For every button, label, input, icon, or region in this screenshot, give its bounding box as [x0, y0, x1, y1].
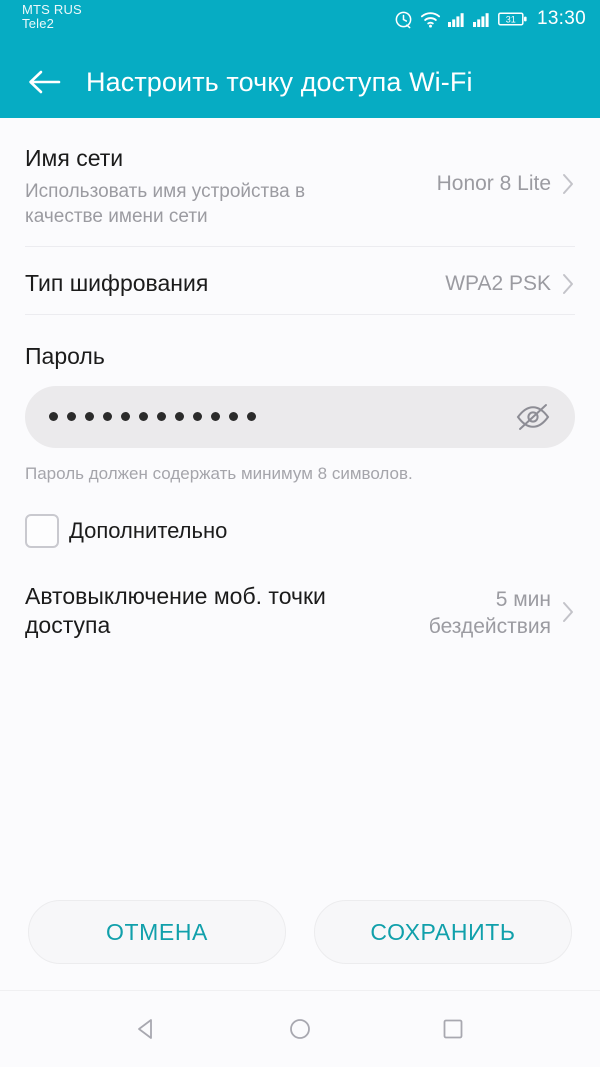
row-network-name[interactable]: Имя сети Использовать имя устройства в к… — [25, 144, 575, 230]
arrow-left-icon — [29, 70, 61, 94]
password-dot — [157, 412, 166, 422]
wifi-hotspot-icon — [420, 12, 440, 28]
nav-home-circle-icon — [290, 1019, 310, 1039]
row-auto-off-value-line2: бездействия — [428, 615, 551, 639]
advanced-label: Дополнительно — [69, 517, 228, 543]
carrier-primary: MTS RUS — [22, 2, 82, 17]
row-network-name-title: Имя сети — [25, 145, 124, 171]
row-auto-off-title: Автовыключение моб. точки доступа — [25, 582, 326, 638]
password-visibility-toggle[interactable] — [513, 397, 553, 437]
row-auto-off-right: 5 мин бездействия — [429, 582, 575, 641]
row-encryption-main: Тип шифрования — [25, 269, 445, 298]
phone-screen: MTS RUS Tele2 31 13:30 Настроить точку д… — [0, 0, 600, 1067]
alarm-icon — [395, 11, 412, 28]
password-dot — [247, 412, 256, 422]
signal-bars-icon — [472, 13, 489, 27]
password-input[interactable] — [25, 385, 575, 448]
password-dot — [229, 412, 238, 422]
action-buttons: ОТМЕНА СОХРАНИТЬ — [0, 900, 600, 990]
section-password: Пароль Пароль должен содержать минимум 8… — [25, 315, 575, 484]
advanced-checkbox[interactable] — [25, 513, 59, 548]
app-bar: Настроить точку доступа Wi-Fi — [0, 46, 600, 118]
signal-bars-icon — [447, 13, 464, 27]
row-encryption-title: Тип шифрования — [25, 270, 209, 297]
status-icons: 31 13:30 — [394, 3, 586, 30]
password-dot — [175, 412, 184, 422]
status-bar: MTS RUS Tele2 31 13:30 — [0, 0, 600, 46]
row-auto-off[interactable]: Автовыключение моб. точки доступа 5 мин … — [25, 582, 575, 641]
carrier-labels: MTS RUS Tele2 — [22, 2, 82, 32]
password-masked-value — [49, 412, 513, 422]
password-dot — [139, 412, 148, 422]
password-dot — [211, 412, 220, 422]
row-advanced[interactable]: Дополнительно — [25, 513, 575, 548]
battery-level-text: 31 — [506, 14, 516, 24]
row-auto-off-value-line1: 5 мин — [495, 587, 551, 611]
row-network-name-value: Honor 8 Lite — [436, 172, 551, 195]
page-title: Настроить точку доступа Wi-Fi — [86, 66, 473, 97]
row-encryption[interactable]: Тип шифрования WPA2 PSK — [25, 269, 575, 298]
android-nav-bar — [0, 990, 600, 1067]
cancel-button[interactable]: ОТМЕНА — [28, 900, 286, 964]
password-dot — [103, 412, 112, 422]
eye-off-icon — [516, 403, 550, 430]
password-dot — [121, 412, 130, 422]
row-auto-off-main: Автовыключение моб. точки доступа — [25, 582, 429, 640]
password-dot — [193, 412, 202, 422]
save-button[interactable]: СОХРАНИТЬ — [314, 900, 572, 964]
nav-back-button[interactable] — [119, 1001, 175, 1057]
battery-icon: 31 — [498, 12, 527, 26]
password-dot — [67, 412, 76, 422]
section-auto-off: Автовыключение моб. точки доступа 5 мин … — [25, 582, 575, 641]
row-encryption-value: WPA2 PSK — [445, 271, 551, 295]
chevron-right-icon — [563, 174, 573, 194]
nav-recents-square-icon — [443, 1019, 463, 1039]
row-network-name-subtitle: Использовать имя устройства в качестве и… — [25, 180, 306, 228]
password-dot — [49, 412, 58, 422]
row-encryption-right: WPA2 PSK — [445, 270, 575, 297]
row-network-name-right: Honor 8 Lite — [437, 144, 575, 197]
status-clock: 13:30 — [536, 8, 586, 29]
back-button[interactable] — [20, 58, 68, 106]
password-dot — [85, 412, 94, 422]
nav-back-triangle-icon — [137, 1019, 152, 1039]
row-network-name-main: Имя сети Использовать имя устройства в к… — [25, 144, 437, 230]
nav-home-button[interactable] — [272, 1001, 328, 1057]
password-hint: Пароль должен содержать минимум 8 символ… — [25, 463, 413, 483]
row-auto-off-value: 5 мин бездействия — [429, 586, 551, 641]
carrier-secondary: Tele2 — [22, 16, 55, 32]
chevron-right-icon — [563, 601, 573, 622]
section-network-name: Имя сети Использовать имя устройства в к… — [25, 118, 575, 248]
nav-recents-button[interactable] — [425, 1001, 481, 1057]
settings-list: Имя сети Использовать имя устройства в к… — [0, 118, 600, 900]
password-label: Пароль — [25, 342, 105, 369]
section-encryption: Тип шифрования WPA2 PSK — [25, 247, 575, 315]
chevron-right-icon — [563, 273, 573, 294]
